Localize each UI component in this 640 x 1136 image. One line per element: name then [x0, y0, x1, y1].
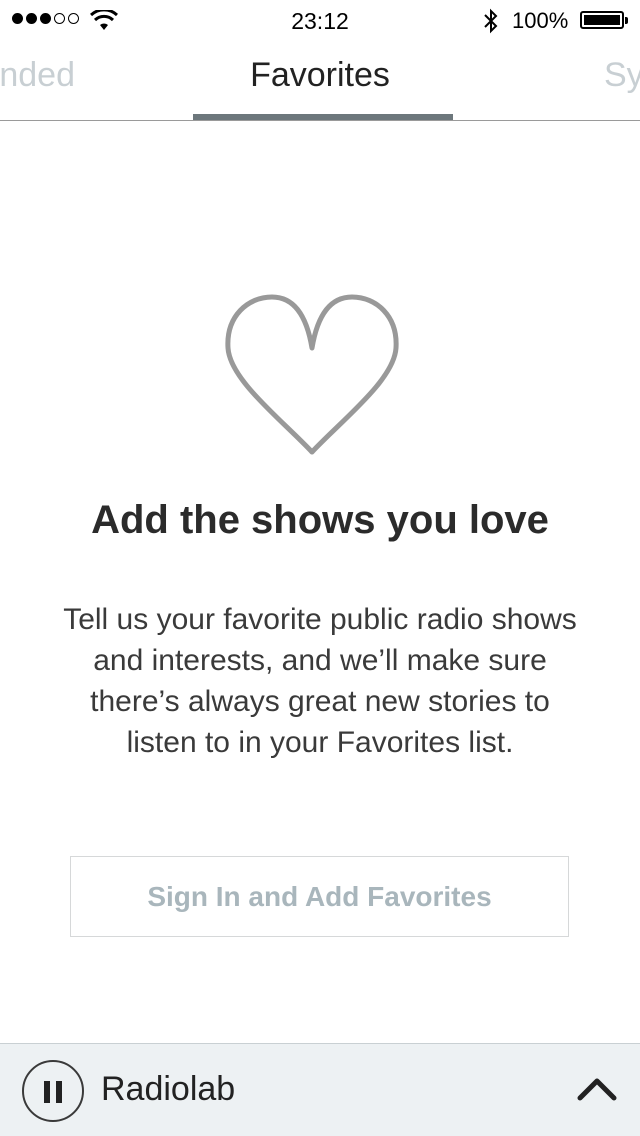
battery-percent: 100% — [512, 8, 569, 33]
empty-state-description: Tell us your favorite public radio shows… — [63, 603, 577, 759]
empty-state-title: Add the shows you love — [91, 498, 549, 542]
pause-icon — [44, 1081, 50, 1103]
sign-in-add-favorites-button[interactable]: Sign In and Add Favorites — [70, 856, 569, 937]
heart-outline-icon — [225, 294, 399, 455]
bluetooth-icon — [484, 8, 498, 34]
battery-icon — [580, 11, 628, 29]
mini-player[interactable]: Radiolab — [0, 1043, 640, 1136]
status-bar: 23:12 100% — [0, 0, 640, 40]
pause-button[interactable] — [22, 1060, 84, 1122]
tab-next[interactable]: Sy — [604, 56, 640, 95]
tab-bar: nded Favorites Sy — [0, 40, 640, 121]
tab-favorites[interactable]: Favorites — [0, 56, 640, 95]
active-tab-indicator — [193, 114, 453, 120]
chevron-up-icon[interactable] — [576, 1074, 618, 1104]
app-screen: 23:12 100% nded Favorites Sy Add the sho… — [0, 0, 640, 1136]
now-playing-show-name: Radiolab — [101, 1070, 236, 1108]
